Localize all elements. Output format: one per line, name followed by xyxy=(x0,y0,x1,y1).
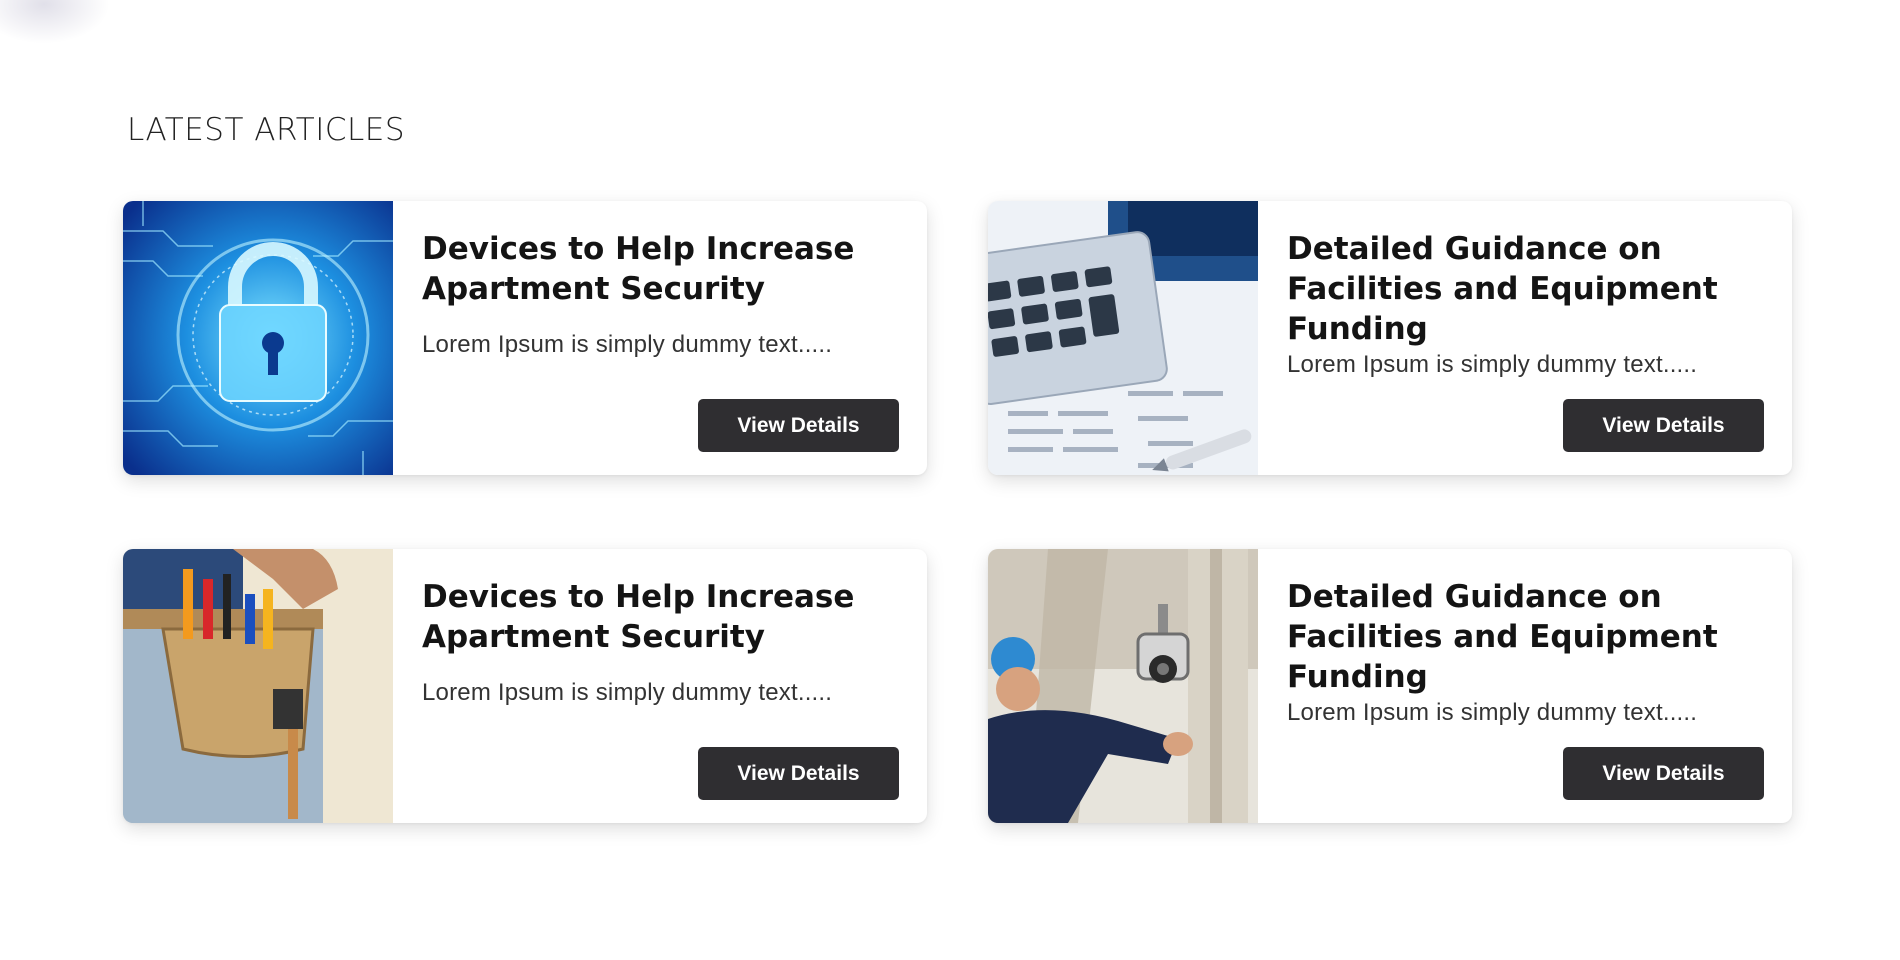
section-title: LATEST ARTICLES xyxy=(127,112,406,148)
article-card-body: Detailed Guidance on Facilities and Equi… xyxy=(1258,201,1792,475)
article-title[interactable]: Detailed Guidance on Facilities and Equi… xyxy=(1287,577,1764,697)
calculator-finance-image xyxy=(988,201,1258,475)
article-title[interactable]: Devices to Help Increase Apartment Secur… xyxy=(422,229,899,309)
view-details-button[interactable]: View Details xyxy=(1563,399,1764,452)
article-card-body: Devices to Help Increase Apartment Secur… xyxy=(393,549,927,823)
article-excerpt: Lorem Ipsum is simply dummy text..... xyxy=(422,679,833,706)
view-details-button[interactable]: View Details xyxy=(1563,747,1764,800)
article-excerpt: Lorem Ipsum is simply dummy text..... xyxy=(1287,699,1698,726)
view-details-button[interactable]: View Details xyxy=(698,747,899,800)
article-title[interactable]: Devices to Help Increase Apartment Secur… xyxy=(422,577,899,657)
tool-belt-image xyxy=(123,549,393,823)
article-card: Devices to Help Increase Apartment Secur… xyxy=(123,549,927,823)
corner-decoration xyxy=(0,0,110,44)
view-details-button[interactable]: View Details xyxy=(698,399,899,452)
article-excerpt: Lorem Ipsum is simply dummy text..... xyxy=(1287,351,1698,378)
padlock-circuit-image xyxy=(123,201,393,475)
article-title[interactable]: Detailed Guidance on Facilities and Equi… xyxy=(1287,229,1764,349)
article-excerpt: Lorem Ipsum is simply dummy text..... xyxy=(422,331,833,358)
article-card: Detailed Guidance on Facilities and Equi… xyxy=(988,549,1792,823)
article-card: Detailed Guidance on Facilities and Equi… xyxy=(988,201,1792,475)
article-card-body: Devices to Help Increase Apartment Secur… xyxy=(393,201,927,475)
article-card: Devices to Help Increase Apartment Secur… xyxy=(123,201,927,475)
security-camera-install-image xyxy=(988,549,1258,823)
articles-grid: Devices to Help Increase Apartment Secur… xyxy=(123,201,1792,823)
article-card-body: Detailed Guidance on Facilities and Equi… xyxy=(1258,549,1792,823)
